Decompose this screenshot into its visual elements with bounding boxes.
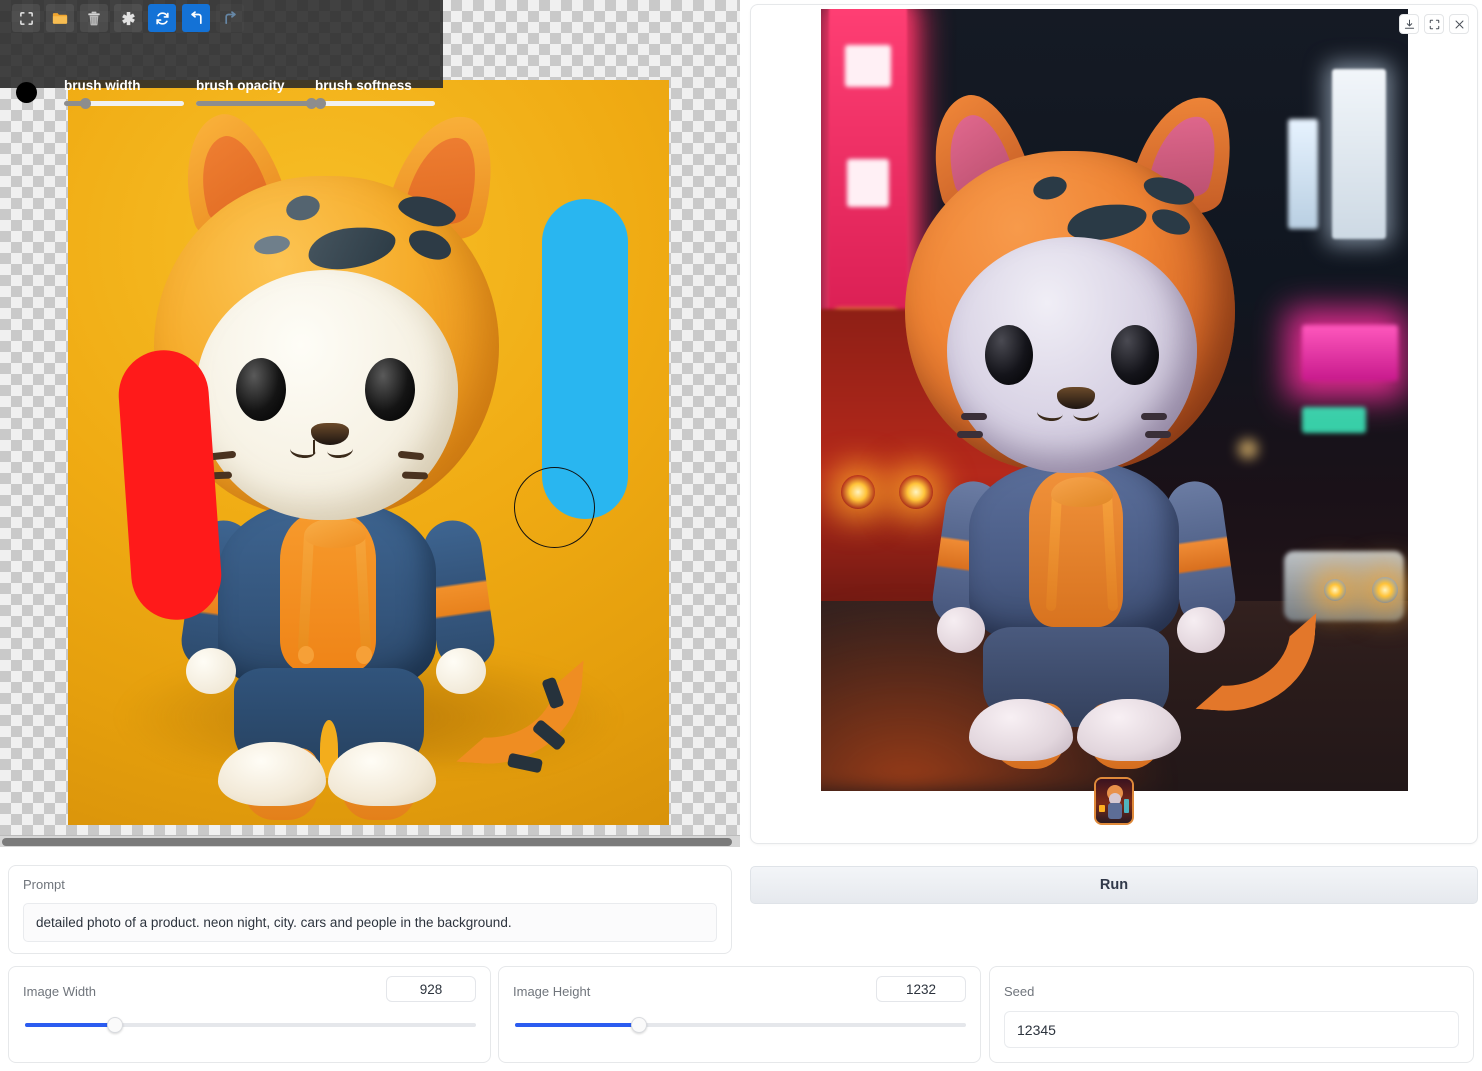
cat-eye-right [365, 358, 415, 421]
result-thumbnail-1[interactable] [1094, 777, 1134, 825]
cat-whisker [1145, 431, 1171, 438]
seed-control: Seed 12345 [989, 966, 1474, 1063]
cat-whisker [957, 431, 983, 438]
image-height-slider[interactable] [515, 1017, 966, 1033]
close-icon[interactable] [1449, 14, 1469, 34]
cat-paw-right [436, 648, 486, 694]
cat-face [196, 270, 458, 520]
image-height-control: Image Height 1232 [498, 966, 981, 1063]
generated-cat-figure [821, 9, 1408, 791]
cat-eye-right [1111, 325, 1159, 385]
cat-hood-knot [1051, 477, 1113, 507]
output-gallery [751, 777, 1477, 825]
cat-paw-left [937, 607, 985, 653]
open-folder-icon[interactable] [46, 4, 74, 32]
redo-icon[interactable] [216, 4, 244, 32]
parameters-row: Image Width 928 Image Height 1232 Seed 1… [0, 966, 1482, 1071]
run-button[interactable]: Run [750, 866, 1478, 904]
image-height-value[interactable]: 1232 [876, 976, 966, 1002]
prompt-label: Prompt [23, 877, 65, 892]
trash-icon[interactable] [80, 4, 108, 32]
generated-image[interactable] [821, 9, 1408, 791]
brush-width-slider[interactable] [64, 98, 184, 109]
brush-opacity-label: brush opacity [196, 78, 285, 93]
scrollbar-thumb[interactable] [2, 838, 732, 846]
cat-hood-knot [304, 518, 366, 548]
brush-softness-group: brush softness [315, 78, 435, 109]
app-root: brush width brush opacity brush softness… [0, 0, 1482, 1071]
image-width-value[interactable]: 928 [386, 976, 476, 1002]
undo-icon[interactable] [182, 4, 210, 32]
reset-icon[interactable] [148, 4, 176, 32]
brush-cursor-circle [514, 467, 595, 548]
cat-foot-right [1077, 699, 1181, 761]
seed-input[interactable]: 12345 [1004, 1011, 1459, 1048]
cat-paw-right [1177, 607, 1225, 653]
download-icon[interactable] [1399, 14, 1419, 34]
brush-softness-label: brush softness [315, 78, 412, 93]
canvas-horizontal-scrollbar[interactable] [0, 835, 740, 847]
brush-softness-slider[interactable] [315, 98, 435, 109]
cat-strap-end [298, 646, 314, 664]
prompt-input[interactable]: detailed photo of a product. neon night,… [23, 903, 717, 942]
cat-foot-right [328, 742, 436, 806]
cat-whisker [1141, 413, 1167, 420]
cat-whisker [961, 413, 987, 420]
tail-stripe [506, 752, 544, 774]
cat-strap-end [356, 646, 372, 664]
output-panel [750, 4, 1478, 844]
select-region-icon[interactable] [12, 4, 40, 32]
seed-label: Seed [1004, 984, 1035, 999]
fullscreen-icon[interactable] [1424, 14, 1444, 34]
cat-paw-left [186, 648, 236, 694]
brush-opacity-group: brush opacity [196, 78, 317, 109]
brush-toolbar-icons [0, 0, 443, 36]
red-mask-stroke [115, 347, 225, 623]
brush-toolbar[interactable]: brush width brush opacity brush softness [0, 0, 443, 109]
image-width-label: Image Width [23, 984, 96, 999]
image-height-label: Image Height [513, 984, 591, 999]
brush-settings-row: brush width brush opacity brush softness [0, 36, 443, 109]
cat-eye-left [236, 358, 286, 421]
brush-color-swatch[interactable] [16, 82, 37, 103]
cat-whisker [401, 471, 429, 480]
image-width-control: Image Width 928 [8, 966, 491, 1063]
prompt-card: Prompt detailed photo of a product. neon… [8, 865, 732, 954]
source-image[interactable] [68, 80, 669, 825]
brush-width-label: brush width [64, 78, 141, 93]
output-toolbar [1399, 14, 1469, 34]
invert-mask-icon[interactable] [114, 4, 142, 32]
brush-width-group: brush width [64, 78, 184, 109]
brush-opacity-slider[interactable] [196, 98, 317, 109]
image-width-slider[interactable] [25, 1017, 476, 1033]
cat-eye-left [985, 325, 1033, 385]
image-editor-canvas[interactable]: brush width brush opacity brush softness [0, 0, 740, 847]
